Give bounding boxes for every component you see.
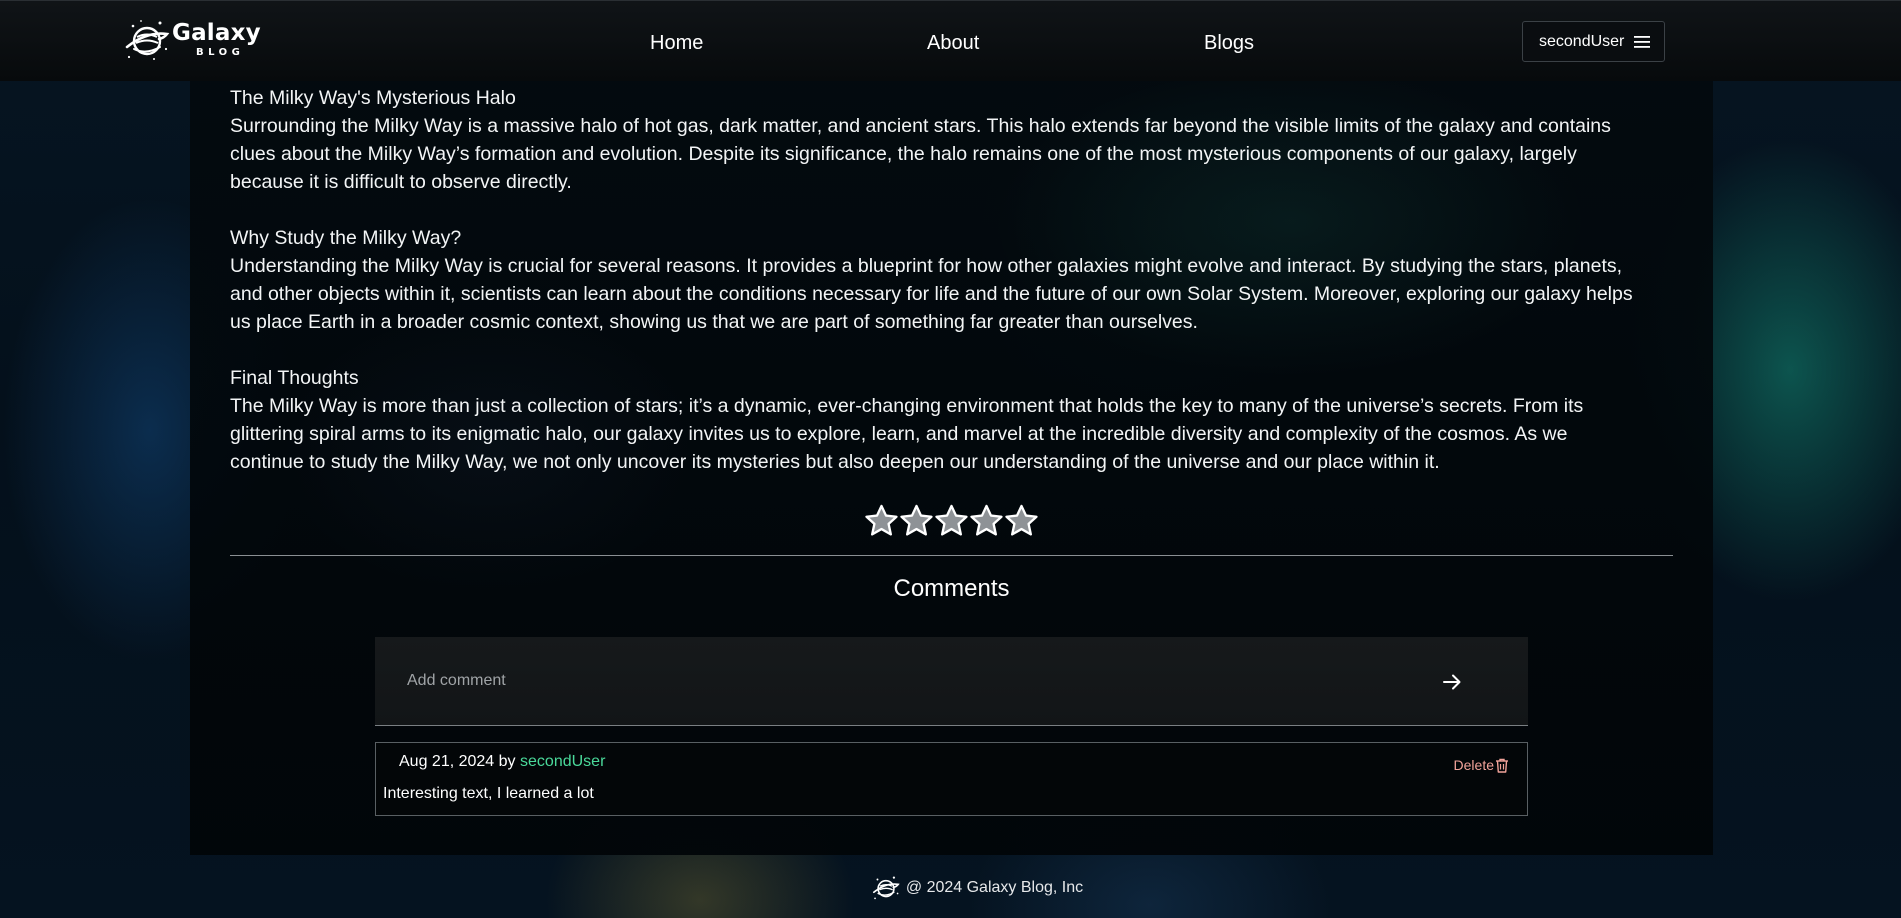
arrow-right-icon[interactable] <box>1440 670 1464 694</box>
star-icon[interactable] <box>934 503 969 539</box>
hamburger-menu-icon <box>1634 35 1651 48</box>
logo-title: Galaxy <box>172 20 261 46</box>
section-heading: The Milky Way's Mysterious Halo <box>230 87 516 109</box>
article-section: Final Thoughts The Milky Way is more tha… <box>230 364 1680 476</box>
trash-icon <box>1496 758 1508 773</box>
comment-item: Aug 21, 2024 by secondUser Delete Intere… <box>375 742 1528 816</box>
comment-input[interactable] <box>375 637 1425 725</box>
section-line: us place Earth in a broader cosmic conte… <box>230 311 1198 333</box>
star-icon[interactable] <box>899 503 934 539</box>
nav-blogs[interactable]: Blogs <box>1204 31 1254 55</box>
article-section: The Milky Way's Mysterious Halo Surround… <box>230 84 1680 196</box>
section-line: continue to study the Milky Way, we not … <box>230 451 1440 473</box>
user-menu-button[interactable]: secondUser <box>1522 21 1665 62</box>
site-logo[interactable]: Galaxy BLOG <box>124 17 261 63</box>
site-header: Galaxy BLOG Home About Blogs secondUser <box>0 0 1901 81</box>
star-icon[interactable] <box>969 503 1004 539</box>
section-line: and other objects within it, scientists … <box>230 283 1633 305</box>
section-line: glittering spiral arms to its enigmatic … <box>230 423 1568 445</box>
rating-stars <box>864 503 1039 541</box>
comment-by: by <box>498 753 516 770</box>
article-section: Why Study the Milky Way? Understanding t… <box>230 224 1680 336</box>
star-icon[interactable] <box>864 503 899 539</box>
comment-meta: Aug 21, 2024 by secondUser <box>399 753 605 771</box>
site-footer: @ 2024 Galaxy Blog, Inc <box>0 870 1901 906</box>
section-line: Surrounding the Milky Way is a massive h… <box>230 115 1611 137</box>
section-line: clues about the Milky Way’s formation an… <box>230 143 1577 165</box>
comments-title: Comments <box>893 575 1010 602</box>
section-line: because it is difficult to observe direc… <box>230 171 572 193</box>
section-heading: Final Thoughts <box>230 367 359 389</box>
delete-label: Delete <box>1453 757 1494 773</box>
section-heading: Why Study the Milky Way? <box>230 227 462 249</box>
footer-copyright: @ 2024 Galaxy Blog, Inc <box>905 879 1084 896</box>
galaxy-logo-icon <box>872 876 900 900</box>
section-line: Understanding the Milky Way is crucial f… <box>230 255 1623 277</box>
galaxy-logo-icon <box>125 20 170 60</box>
comment-date: Aug 21, 2024 <box>399 753 495 770</box>
divider <box>230 555 1673 556</box>
comment-author-link[interactable]: secondUser <box>520 753 605 770</box>
star-icon[interactable] <box>1004 503 1039 539</box>
section-line: The Milky Way is more than just a collec… <box>230 395 1584 417</box>
nav-about[interactable]: About <box>927 31 979 55</box>
comment-form <box>375 637 1528 726</box>
delete-comment-button[interactable]: Delete <box>1454 757 1509 773</box>
article-panel: The Milky Way's Mysterious Halo Surround… <box>190 81 1713 855</box>
logo-subtitle: BLOG <box>196 47 245 58</box>
nav-home[interactable]: Home <box>650 31 703 55</box>
user-menu-username: secondUser <box>1539 32 1625 50</box>
comment-text: Interesting text, I learned a lot <box>383 785 594 802</box>
